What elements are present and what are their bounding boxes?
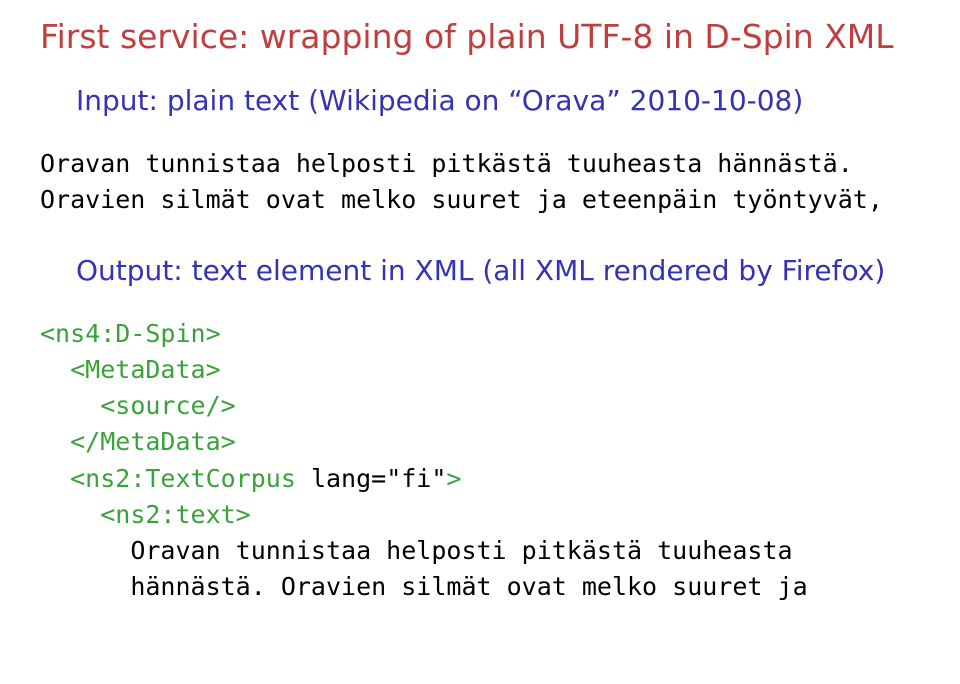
xml-line: </MetaData>: [70, 427, 236, 456]
xml-output-block: <ns4:D-Spin> <MetaData> <source/> </Meta…: [40, 316, 920, 606]
xml-text: hännästä. Oravien silmät ovat melko suur…: [130, 572, 807, 601]
xml-line: <MetaData>: [70, 355, 221, 384]
input-text-block: Oravan tunnistaa helposti pitkästä tuuhe…: [40, 146, 920, 219]
xml-line: <source/>: [100, 391, 235, 420]
input-label: Input: plain text (Wikipedia on “Orava” …: [40, 84, 920, 118]
xml-line: <ns4:D-Spin>: [40, 319, 221, 348]
slide-title: First service: wrapping of plain UTF-8 i…: [40, 18, 920, 56]
output-label: Output: text element in XML (all XML ren…: [40, 254, 920, 288]
xml-attr: lang="fi": [311, 464, 446, 493]
xml-text: Oravan tunnistaa helposti pitkästä tuuhe…: [130, 536, 792, 565]
xml-line: >: [446, 464, 461, 493]
xml-line: <ns2:TextCorpus: [70, 464, 311, 493]
xml-line: <ns2:text>: [100, 500, 251, 529]
slide: First service: wrapping of plain UTF-8 i…: [0, 0, 960, 606]
